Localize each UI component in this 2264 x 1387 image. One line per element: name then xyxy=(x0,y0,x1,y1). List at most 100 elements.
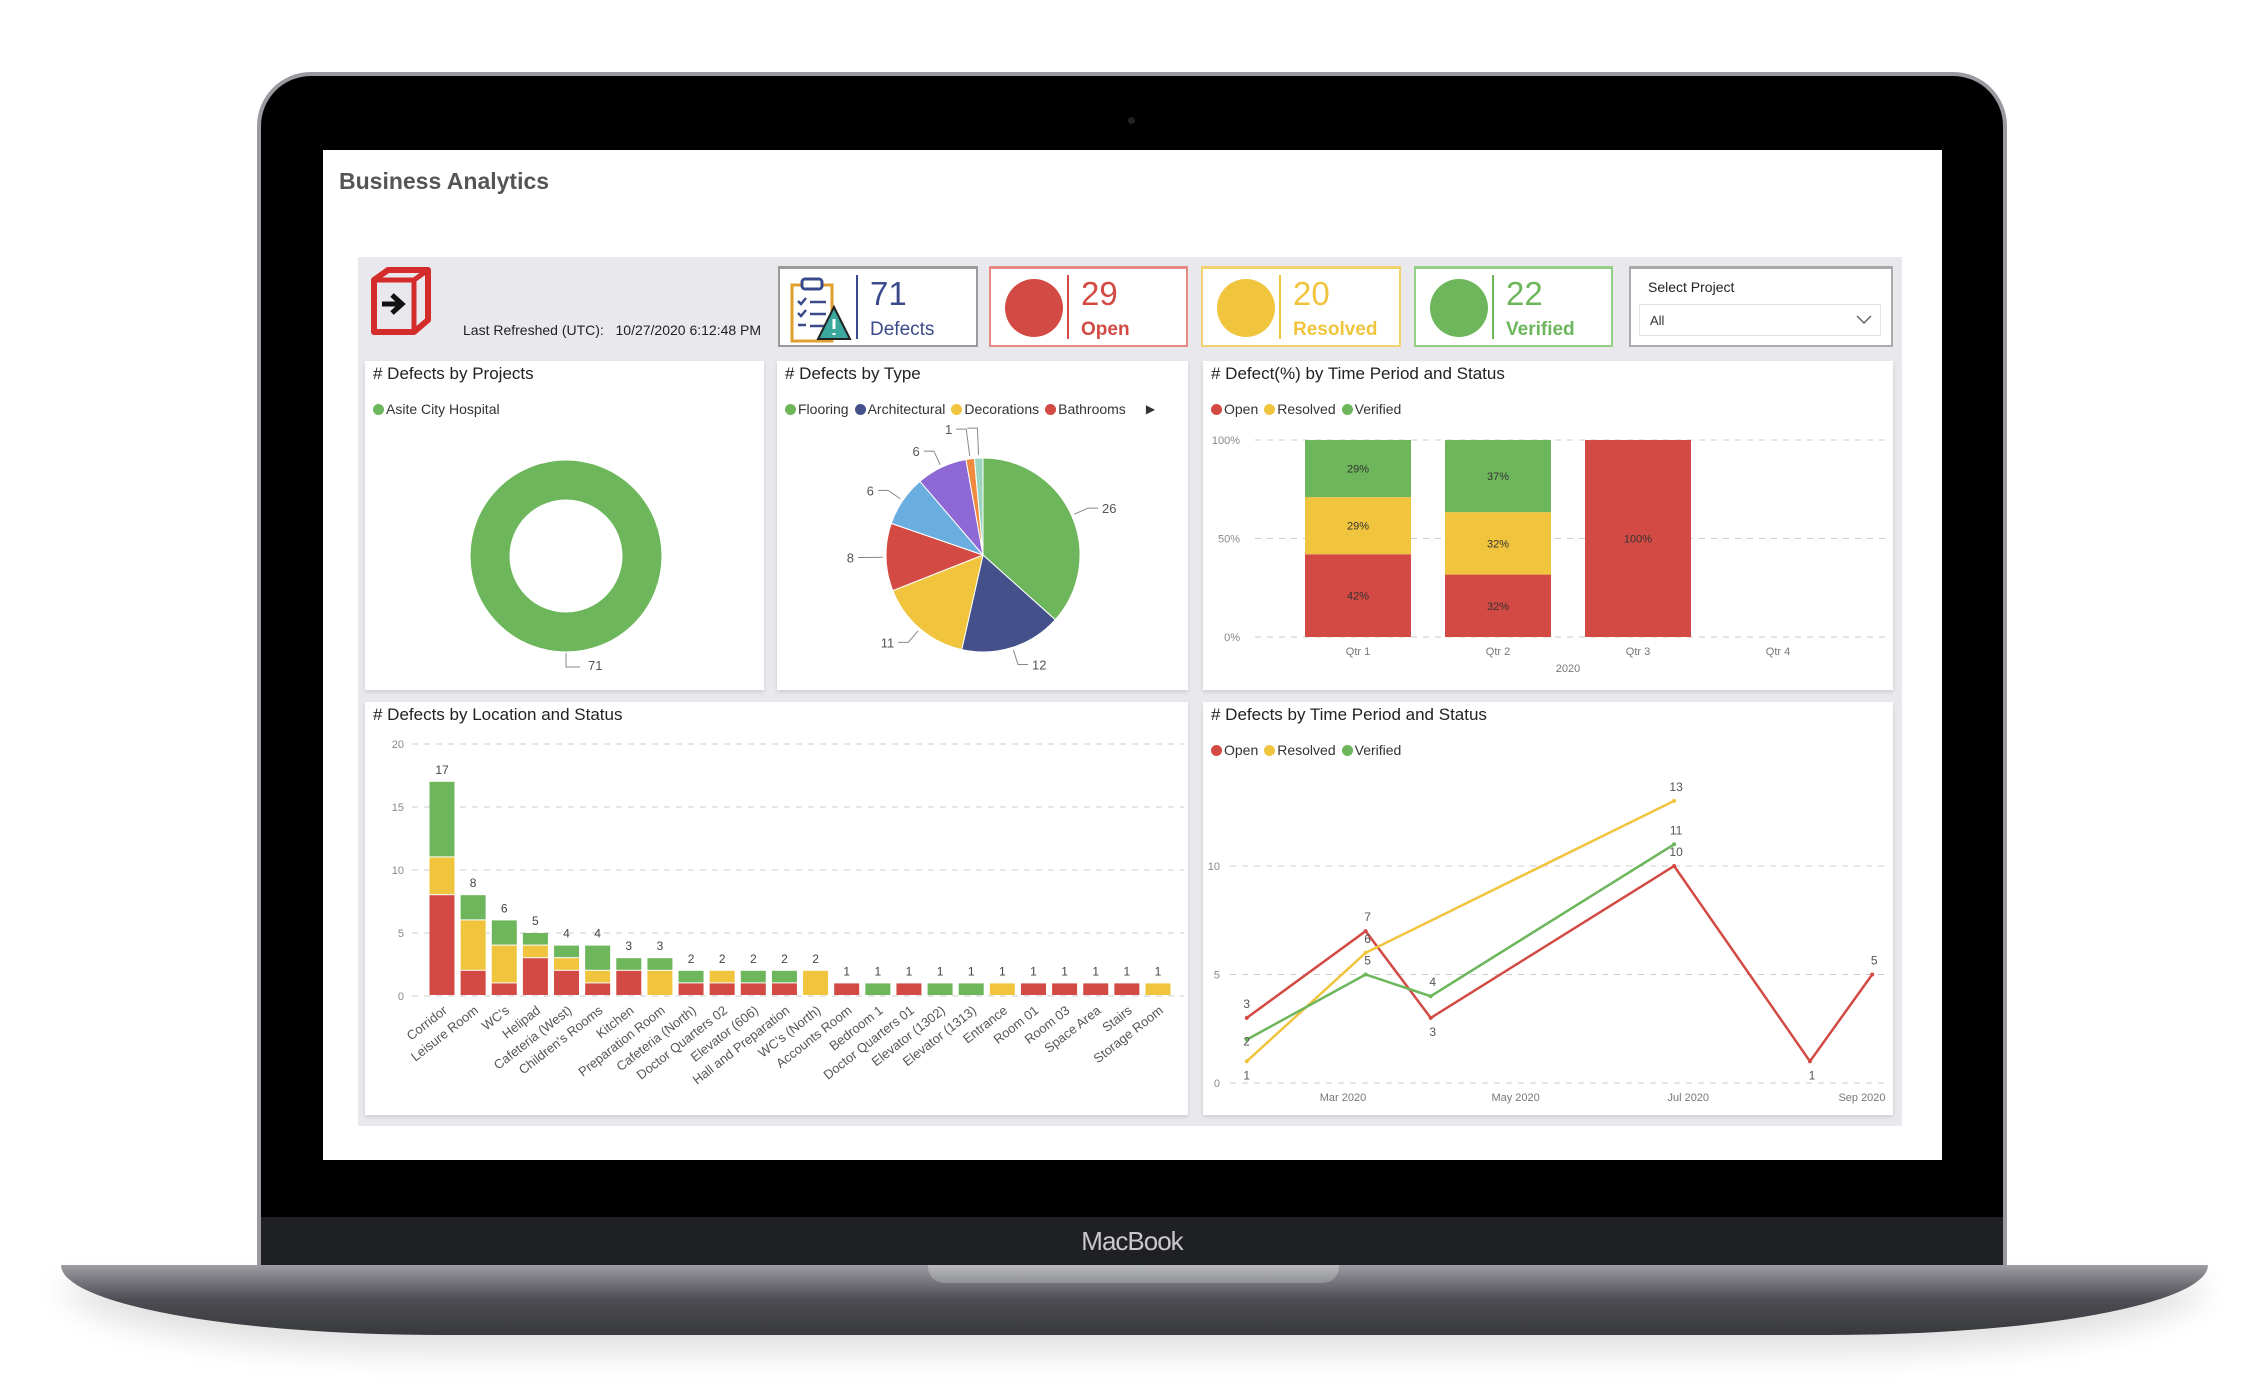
data-label: 1 xyxy=(1092,964,1099,978)
leader-line xyxy=(1013,650,1029,666)
bar-segment-verified[interactable] xyxy=(771,970,797,983)
line-series-resolved[interactable] xyxy=(1245,799,1675,1063)
data-label: 1 xyxy=(1243,1068,1250,1082)
bar-segment-verified[interactable] xyxy=(460,895,486,920)
bar-segment-resolved[interactable] xyxy=(554,958,580,970)
y-tick-label: 50% xyxy=(1218,534,1240,546)
data-label: 6 xyxy=(867,483,874,498)
bar-segment-verified[interactable] xyxy=(958,983,984,995)
bar-segment-open[interactable] xyxy=(1020,983,1046,995)
y-tick-label: 20 xyxy=(392,739,404,751)
data-label: 32% xyxy=(1487,538,1509,550)
data-label: 4 xyxy=(1429,975,1436,989)
bar-segment-open[interactable] xyxy=(585,983,611,995)
data-label: 1 xyxy=(1809,1068,1816,1082)
line-point xyxy=(1244,1059,1249,1064)
bar-segment-open[interactable] xyxy=(1114,983,1140,995)
bar-segment-verified[interactable] xyxy=(740,970,766,983)
laptop-mockup: MacBook Business Analytics Last Refreshe… xyxy=(0,0,2264,1387)
bar-segment-open[interactable] xyxy=(429,895,455,995)
data-label: 4 xyxy=(563,927,570,941)
bar-segment-open[interactable] xyxy=(834,983,860,995)
y-tick-label: 0 xyxy=(1214,1078,1220,1090)
bar-segment-open[interactable] xyxy=(771,983,797,995)
leader-line xyxy=(898,630,919,643)
data-label: 2 xyxy=(719,952,726,966)
line-point xyxy=(1672,798,1677,803)
data-label: 1 xyxy=(937,964,944,978)
bar-segment-open[interactable] xyxy=(460,970,486,995)
x-group-label: 2020 xyxy=(1556,663,1580,675)
bar-segment-resolved[interactable] xyxy=(647,970,673,995)
bar-segment-open[interactable] xyxy=(709,983,735,995)
bar-segment-verified[interactable] xyxy=(865,983,891,995)
data-label: 29% xyxy=(1347,464,1369,476)
bar-segment-open[interactable] xyxy=(896,983,922,995)
line-point xyxy=(1428,1015,1433,1020)
x-tick-label: Qtr 1 xyxy=(1346,646,1370,658)
y-tick-label: 10 xyxy=(392,865,404,877)
bar-segment-verified[interactable] xyxy=(585,945,611,970)
data-label: 1 xyxy=(968,964,975,978)
bar-segment-resolved[interactable] xyxy=(429,857,455,895)
y-tick-label: 5 xyxy=(1214,970,1220,982)
bar-segment-open[interactable] xyxy=(616,970,642,995)
data-label: 1 xyxy=(1124,964,1131,978)
bar-segment-resolved[interactable] xyxy=(709,970,735,983)
bar-segment-verified[interactable] xyxy=(678,970,704,983)
line-series-open[interactable] xyxy=(1246,864,1874,1064)
leader-line xyxy=(565,653,580,668)
bar-segment-verified[interactable] xyxy=(522,933,548,945)
bar-segment-verified[interactable] xyxy=(429,781,455,857)
bar-segment-open[interactable] xyxy=(554,970,580,995)
line-series-verified[interactable] xyxy=(1246,843,1675,1041)
y-tick-label: 5 xyxy=(398,928,404,940)
leader-line xyxy=(923,450,941,465)
data-label: 100% xyxy=(1624,534,1652,546)
line-point xyxy=(1428,994,1433,999)
bar-segment-resolved[interactable] xyxy=(460,920,486,970)
data-label: 8 xyxy=(847,551,854,566)
data-label: 13 xyxy=(1669,780,1683,794)
bar-segment-verified[interactable] xyxy=(616,958,642,970)
leader-line xyxy=(1074,507,1098,515)
y-tick-label: 15 xyxy=(392,802,404,814)
bar-segment-resolved[interactable] xyxy=(491,945,517,983)
data-label: 3 xyxy=(1429,1025,1436,1039)
bar-segment-resolved[interactable] xyxy=(1145,983,1171,995)
bar-segment-verified[interactable] xyxy=(554,945,580,958)
bar-segment-verified[interactable] xyxy=(491,920,517,945)
bar-segment-open[interactable] xyxy=(491,983,517,995)
bar-segment-resolved[interactable] xyxy=(803,970,829,995)
bar-segment-open[interactable] xyxy=(1052,983,1078,995)
data-label: 1 xyxy=(843,964,850,978)
bar-segment-resolved[interactable] xyxy=(522,945,548,958)
data-label: 2 xyxy=(781,952,788,966)
data-label: 1 xyxy=(906,964,913,978)
x-tick-label: Qtr 3 xyxy=(1626,646,1650,658)
bar-segment-resolved[interactable] xyxy=(585,970,611,983)
bar-segment-open[interactable] xyxy=(522,958,548,995)
data-label: 1 xyxy=(945,422,952,437)
data-label: 4 xyxy=(594,927,601,941)
data-label: 6 xyxy=(501,901,508,915)
data-label: 29% xyxy=(1347,521,1369,533)
data-label: 5 xyxy=(1871,954,1878,968)
bar-segment-verified[interactable] xyxy=(647,958,673,970)
data-label: 7 xyxy=(1364,910,1371,924)
bar-segment-open[interactable] xyxy=(1083,983,1109,995)
bar-segment-open[interactable] xyxy=(740,983,766,995)
donut-slice[interactable] xyxy=(470,460,662,652)
data-label: 6 xyxy=(913,444,920,459)
bar-segment-open[interactable] xyxy=(678,983,704,995)
leader-line xyxy=(877,489,901,500)
y-tick-label: 100% xyxy=(1212,435,1240,447)
x-tick-label: Qtr 4 xyxy=(1766,646,1790,658)
data-label: 1 xyxy=(999,964,1006,978)
line-point xyxy=(1672,864,1677,868)
data-label: 42% xyxy=(1347,591,1369,603)
data-label: 2 xyxy=(1243,1035,1250,1049)
bar-segment-resolved[interactable] xyxy=(989,983,1015,995)
bar-segment-verified[interactable] xyxy=(927,983,953,995)
data-label: 1 xyxy=(1030,964,1037,978)
